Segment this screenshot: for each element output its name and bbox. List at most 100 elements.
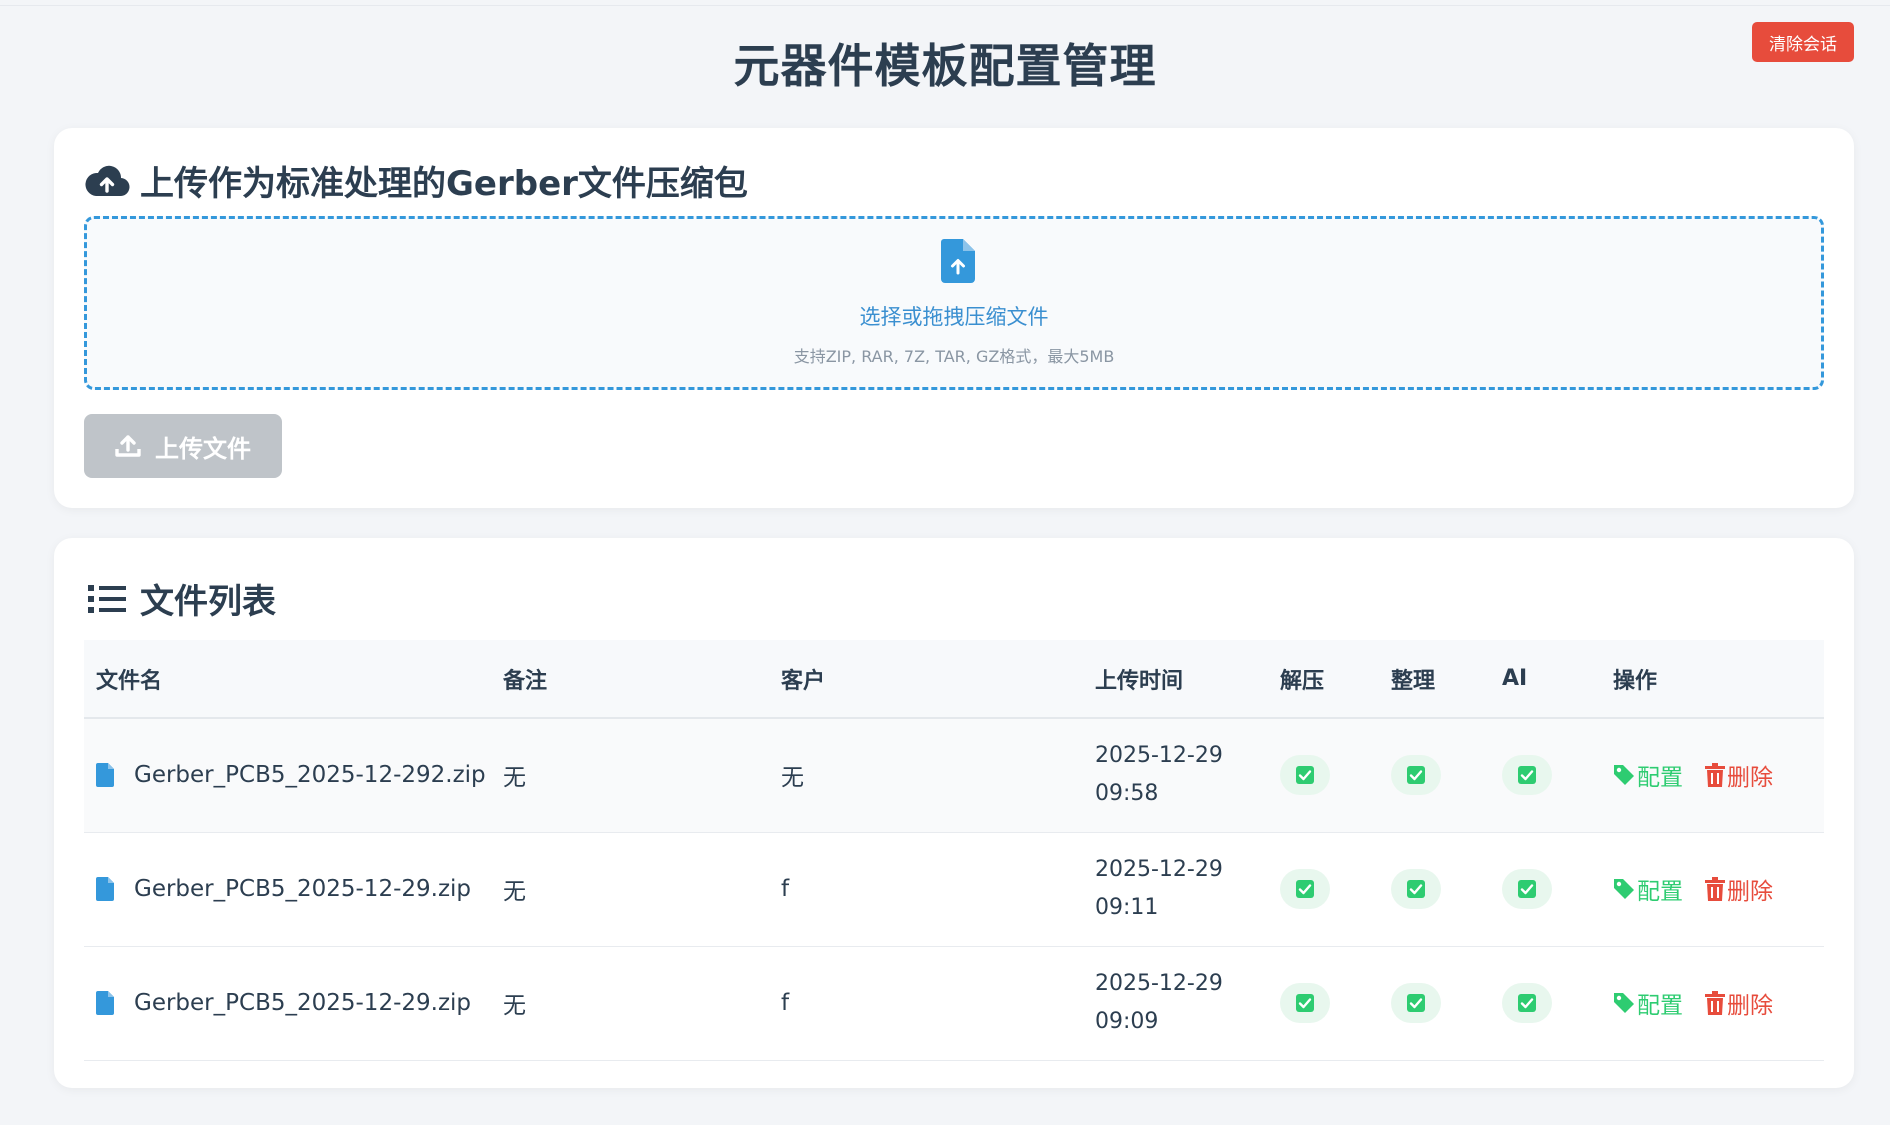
clear-session-button[interactable]: 清除会话 [1752, 22, 1854, 62]
ai-status-badge [1502, 983, 1552, 1023]
column-header-organize: 整理 [1391, 668, 1436, 694]
delete-label: 删除 [1727, 993, 1773, 1019]
file-icon [96, 763, 114, 788]
upload-section-title-text: 上传作为标准处理的Gerber文件压缩包 [140, 164, 748, 204]
delete-label: 删除 [1727, 765, 1773, 792]
customer-cell: f [781, 876, 790, 902]
column-header-upload-time: 上传时间 [1095, 668, 1184, 694]
check-square-icon [1296, 994, 1314, 1012]
cloud-upload-icon [84, 161, 130, 201]
file-list-card: 文件列表 文件名 备注 客户 上传时间 解压 整理 AI 操作 Gerber_P… [54, 538, 1854, 1088]
trash-icon [1705, 877, 1725, 901]
delete-button[interactable]: 删除 [1705, 758, 1773, 792]
organize-status-cell [1379, 718, 1490, 832]
config-label: 配置 [1637, 993, 1683, 1019]
upload-file-button-label: 上传文件 [155, 434, 251, 463]
tag-icon [1614, 993, 1634, 1013]
check-square-icon [1518, 994, 1536, 1012]
file-dropzone[interactable]: 选择或拖拽压缩文件 支持ZIP, RAR, 7Z, TAR, GZ格式，最大5M… [84, 216, 1824, 390]
upload-time-cell: 2025-12-29 09:11 [1083, 832, 1268, 946]
upload-date: 2025-12-29 [1095, 857, 1223, 882]
upload-section-title: 上传作为标准处理的Gerber文件压缩包 [84, 156, 748, 205]
row-actions: 配置 删除 [1613, 758, 1824, 792]
upload-card: 上传作为标准处理的Gerber文件压缩包 选择或拖拽压缩文件 支持ZIP, RA… [54, 128, 1854, 508]
unzip-status-cell [1268, 832, 1379, 946]
actions-cell: 配置 删除 [1601, 718, 1824, 832]
organize-status-cell [1379, 946, 1490, 1060]
unzip-status-badge [1280, 869, 1330, 909]
row-actions: 配置 删除 [1613, 986, 1824, 1020]
column-header-actions: 操作 [1613, 668, 1658, 694]
filename: Gerber_PCB5_2025-12-29.zip [96, 876, 491, 902]
filename: Gerber_PCB5_2025-12-29.zip [96, 990, 491, 1016]
list-icon [84, 579, 130, 619]
unzip-status-badge [1280, 755, 1330, 796]
column-header-filename: 文件名 [96, 668, 163, 694]
file-list-title: 文件列表 [84, 574, 276, 623]
actions-cell: 配置 删除 [1601, 832, 1824, 946]
config-button[interactable]: 配置 [1613, 986, 1683, 1020]
upload-time-cell: 2025-12-29 09:09 [1083, 946, 1268, 1060]
config-button[interactable]: 配置 [1613, 758, 1683, 792]
upload-date: 2025-12-29 [1095, 971, 1223, 996]
filename-cell: Gerber_PCB5_2025-12-292.zip [84, 718, 491, 832]
upload-time: 09:58 [1095, 781, 1159, 807]
check-square-icon [1296, 766, 1314, 785]
ai-status-cell [1490, 946, 1601, 1060]
note-cell: 无 [503, 765, 526, 792]
check-square-icon [1518, 880, 1536, 898]
table-row: Gerber_PCB5_2025-12-292.zip 无 无 2025-12-… [84, 718, 1824, 832]
delete-button[interactable]: 删除 [1705, 986, 1773, 1020]
check-square-icon [1407, 766, 1425, 785]
organize-status-badge [1391, 755, 1441, 796]
tag-icon [1614, 879, 1634, 899]
upload-time: 09:11 [1095, 895, 1159, 920]
row-actions: 配置 删除 [1613, 872, 1824, 906]
customer-cell: 无 [781, 765, 804, 792]
column-header-ai: AI [1502, 666, 1528, 691]
top-border [0, 0, 1890, 6]
table-row: Gerber_PCB5_2025-12-29.zip 无 f 2025-12-2… [84, 832, 1824, 946]
upload-time: 09:09 [1095, 1009, 1159, 1034]
unzip-status-badge [1280, 983, 1330, 1023]
file-table: 文件名 备注 客户 上传时间 解压 整理 AI 操作 Gerber_PCB5_2… [84, 640, 1824, 1061]
dropzone-text: 选择或拖拽压缩文件 [859, 305, 1049, 329]
config-label: 配置 [1637, 879, 1683, 905]
ai-status-badge [1502, 869, 1552, 909]
filename-cell: Gerber_PCB5_2025-12-29.zip [84, 832, 491, 946]
filename-cell: Gerber_PCB5_2025-12-29.zip [84, 946, 491, 1060]
ai-status-badge [1502, 755, 1552, 796]
column-header-note: 备注 [503, 668, 548, 694]
organize-status-badge [1391, 869, 1441, 909]
table-row: Gerber_PCB5_2025-12-29.zip 无 f 2025-12-2… [84, 946, 1824, 1060]
delete-button[interactable]: 删除 [1705, 872, 1773, 906]
column-header-unzip: 解压 [1280, 668, 1325, 694]
file-icon [96, 991, 114, 1015]
ai-status-cell [1490, 832, 1601, 946]
trash-icon [1705, 991, 1725, 1015]
upload-date: 2025-12-29 [1095, 743, 1223, 769]
tag-icon [1614, 765, 1634, 786]
file-icon [96, 877, 114, 901]
column-header-customer: 客户 [781, 668, 826, 694]
trash-icon [1705, 763, 1725, 788]
note-cell: 无 [503, 993, 526, 1019]
filename-text: Gerber_PCB5_2025-12-29.zip [134, 876, 472, 902]
file-upload-icon [941, 239, 975, 283]
note-cell: 无 [503, 879, 526, 905]
customer-cell: f [781, 990, 790, 1016]
organize-status-badge [1391, 983, 1441, 1023]
config-button[interactable]: 配置 [1613, 872, 1683, 906]
check-square-icon [1407, 994, 1425, 1012]
config-label: 配置 [1637, 765, 1683, 792]
unzip-status-cell [1268, 718, 1379, 832]
upload-icon [115, 435, 141, 457]
delete-label: 删除 [1727, 879, 1773, 905]
upload-file-button[interactable]: 上传文件 [84, 414, 282, 478]
actions-cell: 配置 删除 [1601, 946, 1824, 1060]
file-list-title-text: 文件列表 [140, 582, 276, 622]
unzip-status-cell [1268, 946, 1379, 1060]
check-square-icon [1407, 880, 1425, 898]
dropzone-hint: 支持ZIP, RAR, 7Z, TAR, GZ格式，最大5MB [793, 347, 1115, 366]
filename-text: Gerber_PCB5_2025-12-292.zip [134, 762, 486, 789]
